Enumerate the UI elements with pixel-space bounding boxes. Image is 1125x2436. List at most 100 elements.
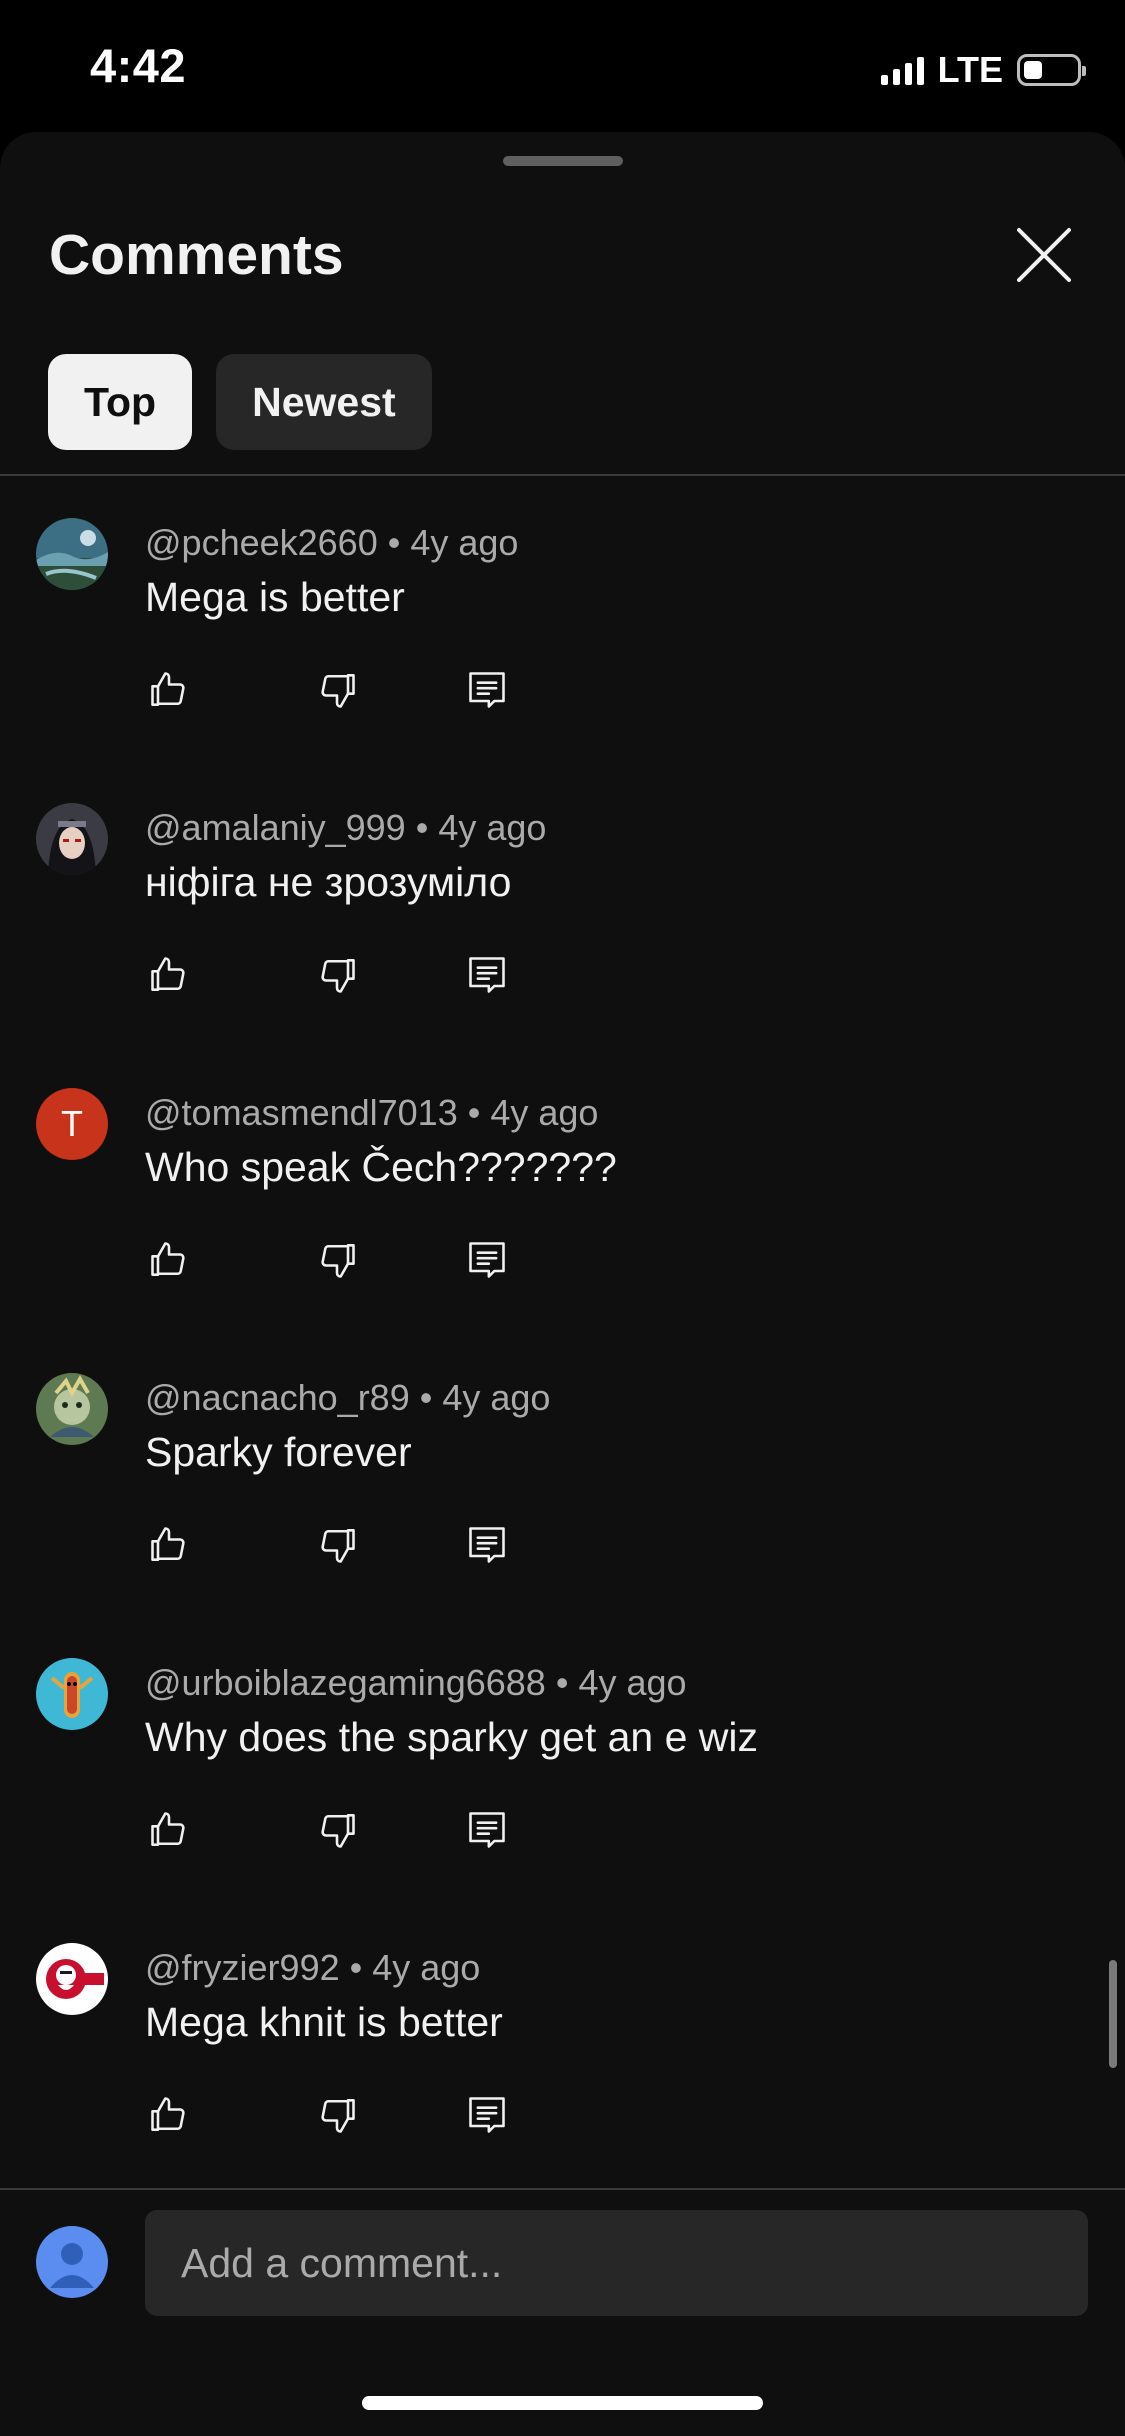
comment-meta: @tomasmendl7013 • 4y ago	[145, 1092, 598, 1134]
thumbs-up-icon	[151, 1812, 185, 1846]
comment-avatar[interactable]	[36, 1373, 108, 1445]
thumbs-down-icon	[321, 1529, 355, 1563]
comment-avatar[interactable]	[36, 803, 108, 875]
header-divider	[0, 474, 1125, 476]
dislike-button[interactable]	[315, 1808, 359, 1852]
reply-button[interactable]	[465, 1238, 509, 1282]
comment-text: Mega khnit is better	[145, 1999, 503, 2045]
comment-author[interactable]: @amalaniy_999	[145, 807, 406, 848]
comment-avatar[interactable]	[36, 1943, 108, 2015]
comment-item: @pcheek2660 • 4y ago Mega is better	[0, 518, 1125, 803]
comment-item: @amalaniy_999 • 4y ago ніфіга не зрозуміло	[0, 803, 1125, 1088]
comment-author[interactable]: @pcheek2660	[145, 522, 378, 563]
like-button[interactable]	[147, 953, 191, 997]
comment-meta: @fryzier992 • 4y ago	[145, 1947, 480, 1989]
close-icon	[1017, 228, 1071, 282]
thumbs-down-icon	[321, 959, 355, 993]
comment-text: Mega is better	[145, 574, 405, 620]
dislike-button[interactable]	[315, 1523, 359, 1567]
comment-item: @urboiblazegaming6688 • 4y ago Why does the…	[0, 1658, 1125, 1943]
comment-text: ніфіга не зрозуміло	[145, 859, 512, 905]
reply-icon	[469, 1242, 505, 1278]
thumbs-down-icon	[321, 1814, 355, 1848]
like-button[interactable]	[147, 2093, 191, 2137]
reply-icon	[469, 1812, 505, 1848]
user-avatar	[36, 2226, 108, 2298]
thumbs-up-icon	[151, 1527, 185, 1561]
meta-separator: •	[467, 1092, 481, 1133]
tab-newest[interactable]: Newest	[216, 354, 432, 450]
thumbs-down-icon	[321, 674, 355, 708]
reply-icon	[469, 672, 505, 708]
sheet-title: Comments	[49, 223, 344, 287]
reply-button[interactable]	[465, 953, 509, 997]
like-button[interactable]	[147, 1238, 191, 1282]
comment-meta: @urboiblazegaming6688 • 4y ago	[145, 1662, 687, 1704]
thumbs-down-icon	[321, 2099, 355, 2133]
reply-icon	[469, 957, 505, 993]
signal-icon	[880, 55, 924, 85]
reply-button[interactable]	[465, 2093, 509, 2137]
meta-separator: •	[349, 1947, 363, 1988]
meta-separator: •	[419, 1377, 433, 1418]
reply-icon	[469, 2097, 505, 2133]
sort-tabs: Top Newest	[48, 354, 432, 450]
comment-age: 4y ago	[438, 807, 547, 848]
comment-age: 4y ago	[578, 1662, 687, 1703]
reply-icon	[469, 1527, 505, 1563]
comment-avatar[interactable]	[36, 518, 108, 590]
reply-button[interactable]	[465, 1523, 509, 1567]
comment-author[interactable]: @fryzier992	[145, 1947, 340, 1988]
battery-icon	[1017, 54, 1086, 86]
comment-item: T @tomasmendl7013 • 4y ago Who speak Čech???…	[0, 1088, 1125, 1373]
comment-age: 4y ago	[490, 1092, 599, 1133]
sheet-grabber[interactable]	[503, 156, 623, 166]
tab-top[interactable]: Top	[48, 354, 193, 450]
meta-separator: •	[555, 1662, 569, 1703]
home-indicator[interactable]	[362, 2396, 763, 2410]
composer-divider	[0, 2188, 1125, 2190]
close-button[interactable]	[1013, 224, 1075, 286]
thumbs-up-icon	[151, 2097, 185, 2131]
meta-separator: •	[387, 522, 401, 563]
dislike-button[interactable]	[315, 2093, 359, 2137]
network-type: LTE	[937, 49, 1003, 90]
dislike-button[interactable]	[315, 953, 359, 997]
thumbs-up-icon	[151, 672, 185, 706]
comment-item: @nacnacho_r89 • 4y ago Sparky forever	[0, 1373, 1125, 1658]
avatar-letter: T	[61, 1103, 83, 1144]
thumbs-up-icon	[151, 957, 185, 991]
dislike-button[interactable]	[315, 1238, 359, 1282]
like-button[interactable]	[147, 668, 191, 712]
like-button[interactable]	[147, 1523, 191, 1567]
status-bar: 4:42 LTE	[0, 0, 1125, 132]
comment-author[interactable]: @tomasmendl7013	[145, 1092, 458, 1133]
comment-age: 4y ago	[442, 1377, 551, 1418]
thumbs-up-icon	[151, 1242, 185, 1276]
comment-text: Who speak Čech???????	[145, 1144, 617, 1190]
reply-button[interactable]	[465, 668, 509, 712]
comment-meta: @amalaniy_999 • 4y ago	[145, 807, 546, 849]
comment-age: 4y ago	[410, 522, 519, 563]
thumbs-down-icon	[321, 1244, 355, 1278]
comment-text: Why does the sparky get an e wiz	[145, 1714, 759, 1760]
comment-avatar[interactable]	[36, 1658, 108, 1730]
meta-separator: •	[415, 807, 429, 848]
comment-author[interactable]: @urboiblazegaming6688	[145, 1662, 546, 1703]
comment-item: @fryzier992 • 4y ago Mega khnit is better	[0, 1943, 1125, 2228]
like-button[interactable]	[147, 1808, 191, 1852]
dislike-button[interactable]	[315, 668, 359, 712]
battery-level	[1024, 61, 1042, 79]
comment-text: Sparky forever	[145, 1429, 412, 1475]
comment-age: 4y ago	[372, 1947, 481, 1988]
add-comment-input[interactable]	[145, 2210, 1088, 2316]
scrollbar[interactable]	[1109, 1960, 1117, 2068]
comment-avatar[interactable]: T	[36, 1088, 108, 1160]
comment-meta: @pcheek2660 • 4y ago	[145, 522, 518, 564]
comment-meta: @nacnacho_r89 • 4y ago	[145, 1377, 550, 1419]
user-avatar-icon	[50, 2243, 94, 2288]
status-time: 4:42	[90, 39, 187, 92]
status-indicators: LTE	[880, 48, 1086, 92]
comment-author[interactable]: @nacnacho_r89	[145, 1377, 410, 1418]
reply-button[interactable]	[465, 1808, 509, 1852]
